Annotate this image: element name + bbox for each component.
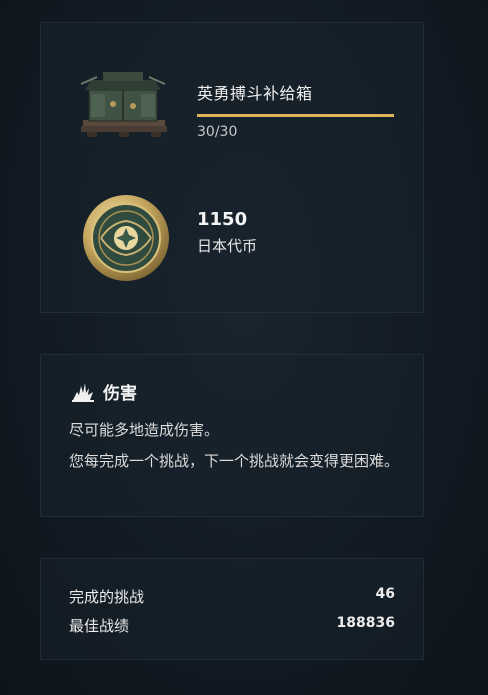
- reward-coin-row: 1150 日本代币: [41, 193, 423, 293]
- crate-title: 英勇搏斗补给箱: [197, 84, 313, 103]
- coin-label: 日本代币: [197, 237, 258, 255]
- japanese-token-icon: [83, 195, 169, 281]
- reward-crate-row: 英勇搏斗补给箱 30/30: [41, 68, 423, 168]
- best-value: 188836: [336, 615, 395, 631]
- rewards-panel: 英勇搏斗补给箱 30/30 1150 日本代币: [40, 22, 424, 313]
- completed-label: 完成的挑战: [69, 588, 145, 606]
- crate-progress-text: 30/30: [197, 124, 238, 140]
- best-label: 最佳战绩: [69, 617, 130, 635]
- crate-progress-fill: [197, 114, 394, 117]
- supply-crate-icon: [80, 72, 167, 137]
- damage-icon: [72, 382, 94, 402]
- stats-panel: 完成的挑战 46 最佳战绩 188836: [40, 558, 424, 660]
- coin-amount: 1150: [197, 209, 248, 230]
- stat-row-best: 最佳战绩 188836: [69, 615, 395, 637]
- task-description: 尽可能多地造成伤害。: [69, 421, 220, 439]
- task-panel: 伤害 尽可能多地造成伤害。 您每完成一个挑战，下一个挑战就会变得更困难。: [40, 354, 424, 517]
- completed-value: 46: [375, 586, 395, 602]
- stat-row-completed: 完成的挑战 46: [69, 586, 395, 608]
- crate-progress-bar: [197, 114, 394, 117]
- task-header: 伤害: [71, 379, 137, 404]
- task-title: 伤害: [103, 384, 137, 404]
- task-note: 您每完成一个挑战，下一个挑战就会变得更困难。: [69, 452, 400, 470]
